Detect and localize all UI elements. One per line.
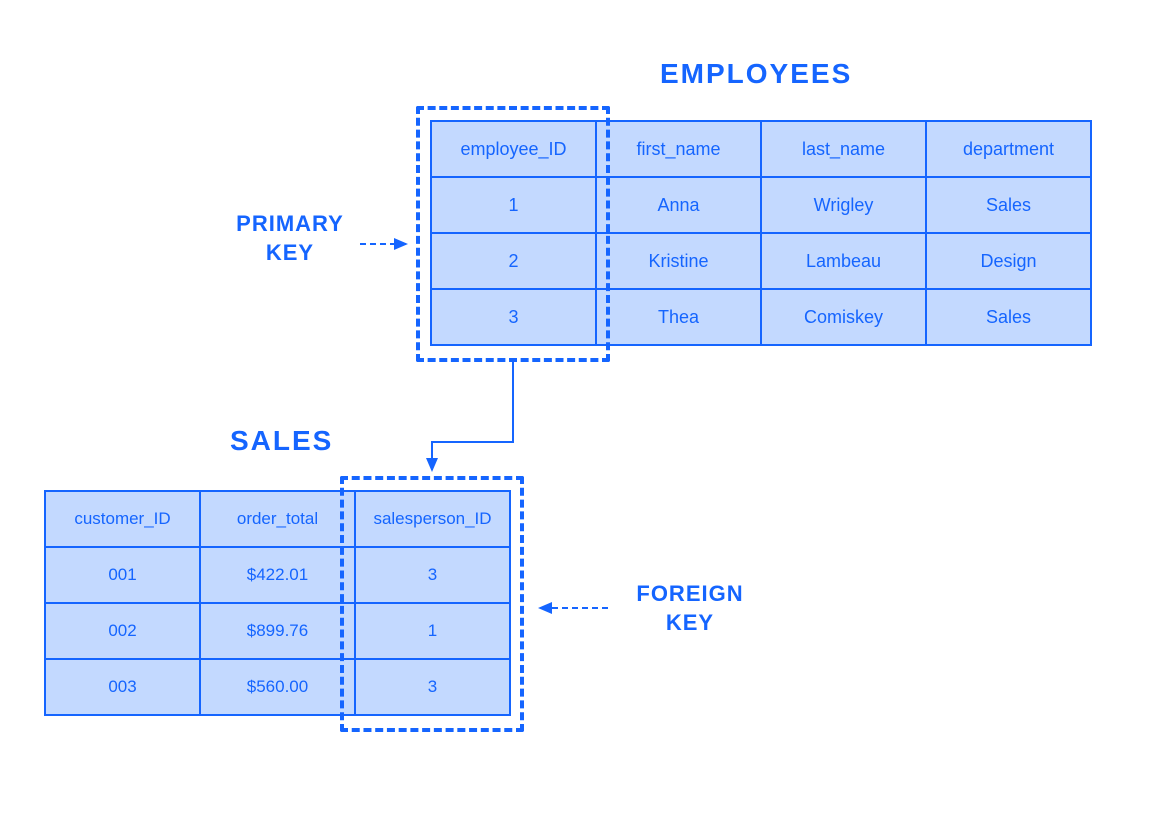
primary-key-highlight <box>416 106 610 362</box>
foreign-key-arrow <box>530 602 610 622</box>
employees-cell: Sales <box>926 177 1091 233</box>
employees-cell: Anna <box>596 177 761 233</box>
sales-cell: 003 <box>45 659 200 715</box>
employees-title: EMPLOYEES <box>660 58 852 90</box>
employees-cell: Thea <box>596 289 761 345</box>
foreign-key-highlight <box>340 476 524 732</box>
sales-cell: $560.00 <box>200 659 355 715</box>
sales-cell: $422.01 <box>200 547 355 603</box>
employees-cell: Wrigley <box>761 177 926 233</box>
employees-header-2: last_name <box>761 121 926 177</box>
employees-header-3: department <box>926 121 1091 177</box>
sales-cell: 002 <box>45 603 200 659</box>
employees-cell: Kristine <box>596 233 761 289</box>
employees-cell: Lambeau <box>761 233 926 289</box>
employees-header-1: first_name <box>596 121 761 177</box>
primary-key-label: PRIMARY KEY <box>220 210 360 267</box>
foreign-key-label: FOREIGN KEY <box>615 580 765 637</box>
employees-cell: Sales <box>926 289 1091 345</box>
primary-key-arrow <box>360 238 420 258</box>
sales-cell: $899.76 <box>200 603 355 659</box>
employees-cell: Design <box>926 233 1091 289</box>
relationship-connector <box>430 362 550 482</box>
employees-cell: Comiskey <box>761 289 926 345</box>
sales-title: SALES <box>230 425 333 457</box>
sales-header-1: order_total <box>200 491 355 547</box>
sales-cell: 001 <box>45 547 200 603</box>
sales-header-0: customer_ID <box>45 491 200 547</box>
